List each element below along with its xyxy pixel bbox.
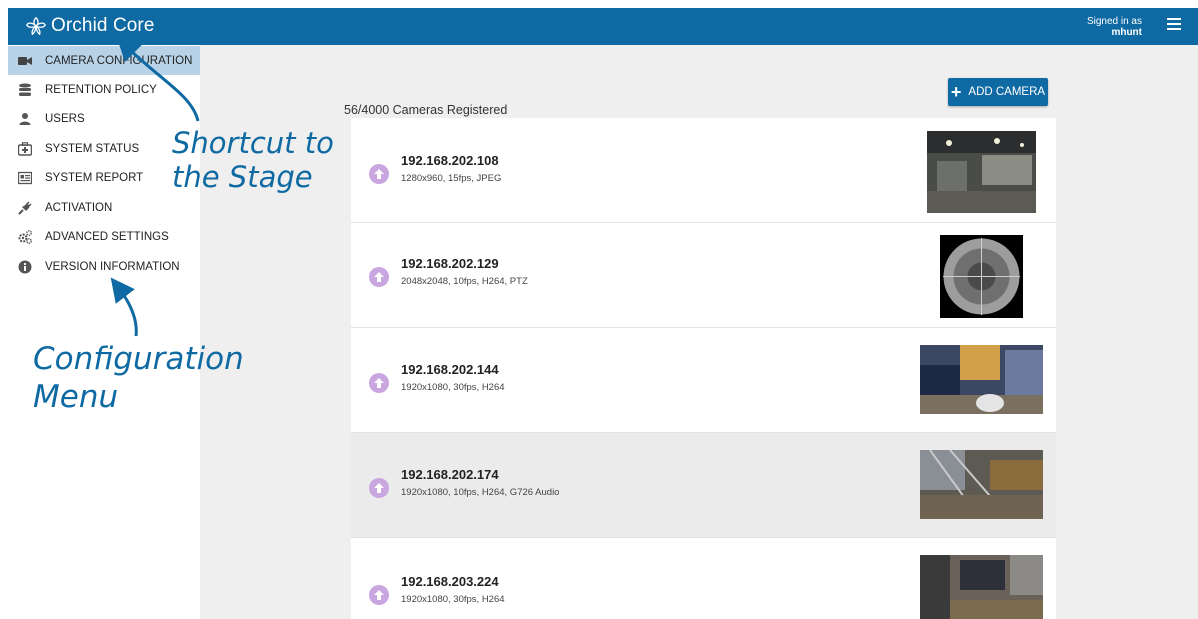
camera-meta: 1920x1080, 30fps, H264 bbox=[401, 382, 505, 393]
report-icon bbox=[18, 171, 32, 184]
sidebar-item-label: USERS bbox=[45, 112, 85, 125]
camera-ip[interactable]: 192.168.202.174 bbox=[401, 467, 499, 482]
sidebar-item-activation[interactable]: ACTIVATION bbox=[8, 193, 200, 222]
upload-icon[interactable] bbox=[369, 373, 389, 393]
user-icon bbox=[19, 112, 31, 125]
camera-meta: 1920x1080, 30fps, H264 bbox=[401, 594, 505, 605]
signed-in-username: mhunt bbox=[1111, 27, 1142, 38]
gears-icon bbox=[18, 229, 32, 244]
video-camera-icon bbox=[18, 56, 32, 65]
camera-thumbnail[interactable] bbox=[920, 555, 1043, 619]
database-icon bbox=[19, 83, 31, 96]
sidebar-item-label: ADVANCED SETTINGS bbox=[45, 230, 169, 243]
camera-ip[interactable]: 192.168.202.108 bbox=[401, 153, 499, 168]
camera-row[interactable]: 192.168.202.174 1920x1080, 10fps, H264, … bbox=[351, 433, 1056, 538]
camera-ip[interactable]: 192.168.202.129 bbox=[401, 256, 499, 271]
app-window: Orchid Core Signed in as mhunt CAMERA CO… bbox=[8, 8, 1198, 619]
annotation-configuration-menu: Configuration Menu bbox=[33, 340, 244, 416]
camera-row[interactable]: 192.168.202.144 1920x1080, 30fps, H264 bbox=[351, 328, 1056, 433]
sidebar-item-camera-configuration[interactable]: CAMERA CONFIGURATION bbox=[8, 46, 200, 75]
upload-icon[interactable] bbox=[369, 164, 389, 184]
camera-row[interactable]: 192.168.203.224 1920x1080, 30fps, H264 bbox=[351, 538, 1056, 619]
signed-in-label: Signed in as bbox=[1086, 16, 1142, 27]
upload-icon[interactable] bbox=[369, 585, 389, 605]
camera-ip[interactable]: 192.168.202.144 bbox=[401, 362, 499, 377]
upload-icon[interactable] bbox=[369, 478, 389, 498]
annotation-shortcut-line1: Shortcut to bbox=[172, 126, 334, 160]
add-camera-button[interactable]: + ADD CAMERA bbox=[948, 78, 1048, 106]
annotation-shortcut-line2: the Stage bbox=[172, 160, 313, 194]
camera-row[interactable]: 192.168.202.108 1280x960, 15fps, JPEG bbox=[351, 118, 1056, 223]
sidebar-item-label: SYSTEM STATUS bbox=[45, 142, 140, 155]
hamburger-menu-icon[interactable] bbox=[1167, 18, 1181, 30]
camera-thumbnail[interactable] bbox=[927, 131, 1036, 213]
camera-ip[interactable]: 192.168.203.224 bbox=[401, 574, 499, 589]
sidebar-item-label: SYSTEM REPORT bbox=[45, 171, 144, 184]
camera-meta: 2048x2048, 10fps, H264, PTZ bbox=[401, 276, 528, 287]
camera-thumbnail[interactable] bbox=[920, 450, 1043, 519]
add-camera-label: ADD CAMERA bbox=[968, 86, 1046, 98]
camera-thumbnail[interactable] bbox=[940, 235, 1023, 318]
sidebar-item-label: CAMERA CONFIGURATION bbox=[45, 54, 193, 67]
camera-thumbnail[interactable] bbox=[920, 345, 1043, 414]
annotation-config-line2: Menu bbox=[33, 379, 119, 415]
camera-list: 192.168.202.108 1280x960, 15fps, JPEG 19… bbox=[351, 118, 1056, 619]
camera-meta: 1920x1080, 10fps, H264, G726 Audio bbox=[401, 487, 560, 498]
top-bar: Orchid Core Signed in as mhunt bbox=[8, 8, 1198, 45]
logo[interactable]: Orchid Core bbox=[25, 15, 155, 37]
sidebar-item-version-information[interactable]: VERSION INFORMATION bbox=[8, 252, 200, 281]
orchid-logo-icon bbox=[26, 17, 46, 35]
sidebar-item-label: RETENTION POLICY bbox=[45, 83, 157, 96]
camera-meta: 1280x960, 15fps, JPEG bbox=[401, 173, 502, 184]
annotation-config-line1: Configuration bbox=[33, 341, 244, 377]
sidebar-item-label: VERSION INFORMATION bbox=[45, 260, 180, 273]
cameras-registered-count: 56/4000 Cameras Registered bbox=[344, 103, 508, 117]
sidebar-item-retention-policy[interactable]: RETENTION POLICY bbox=[8, 75, 200, 104]
sidebar-item-advanced-settings[interactable]: ADVANCED SETTINGS bbox=[8, 222, 200, 251]
upload-icon[interactable] bbox=[369, 267, 389, 287]
plus-icon: + bbox=[950, 82, 962, 102]
annotation-shortcut: Shortcut to the Stage bbox=[172, 126, 334, 194]
app-title: Orchid Core bbox=[51, 15, 155, 36]
signed-in-info[interactable]: Signed in as mhunt bbox=[1087, 16, 1142, 38]
camera-row[interactable]: 192.168.202.129 2048x2048, 10fps, H264, … bbox=[351, 223, 1056, 328]
plug-icon bbox=[18, 200, 32, 215]
sidebar-item-label: ACTIVATION bbox=[45, 201, 113, 214]
medkit-icon bbox=[18, 141, 32, 156]
info-icon bbox=[18, 260, 32, 273]
